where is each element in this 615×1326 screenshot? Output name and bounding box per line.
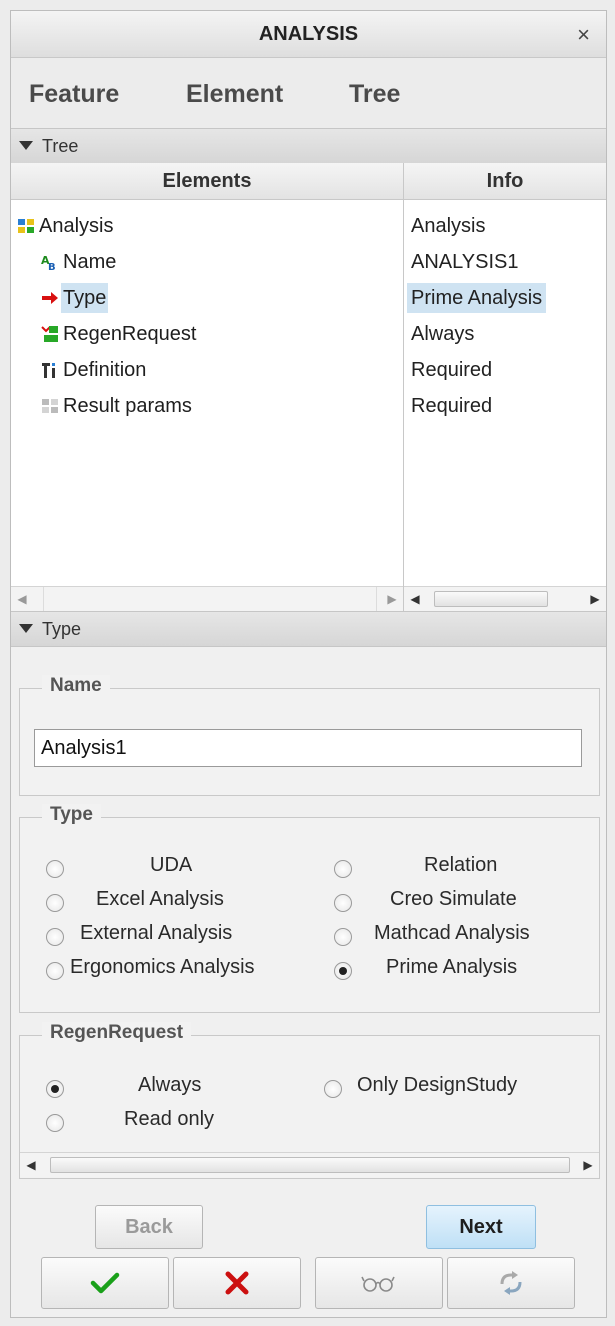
analysis-feature-icon: [18, 219, 34, 233]
radio-prime-analysis[interactable]: [334, 962, 352, 980]
regenrequest-group-legend: RegenRequest: [42, 1022, 192, 1044]
radio-always[interactable]: [46, 1080, 64, 1098]
close-icon[interactable]: ×: [577, 22, 590, 48]
tree-row-info: ANALYSIS1: [411, 251, 519, 273]
regenrequest-group: RegenRequest Always Only DesignStudy Rea…: [19, 1022, 600, 1179]
radio-external-analysis[interactable]: [46, 928, 64, 946]
elements-horizontal-scrollbar[interactable]: ◀ ▶: [11, 586, 403, 611]
radio-mathcad-analysis[interactable]: [334, 928, 352, 946]
regenerate-button[interactable]: [447, 1257, 575, 1309]
title-bar: ANALYSIS ×: [11, 11, 606, 58]
type-group: Type UDA Relation Excel Analysis Creo Si…: [19, 804, 600, 1013]
checkmark-icon: [90, 1272, 120, 1294]
info-horizontal-scrollbar[interactable]: ◀ ▶: [404, 586, 606, 611]
radio-label-read-only[interactable]: Read only: [124, 1108, 214, 1131]
type-section-header[interactable]: Type: [11, 611, 606, 647]
scroll-thumb[interactable]: [434, 591, 548, 607]
tree-row-info: Prime Analysis: [407, 283, 547, 313]
tree-row-info: Required: [411, 395, 493, 417]
scroll-track-divider: [376, 587, 377, 611]
scroll-left-icon[interactable]: ◀: [20, 1153, 42, 1177]
definition-icon: [42, 363, 55, 378]
column-header-info[interactable]: Info: [404, 163, 606, 200]
scroll-right-icon[interactable]: ▶: [584, 587, 606, 611]
back-button[interactable]: Back: [95, 1205, 203, 1249]
radio-label-always[interactable]: Always: [138, 1074, 201, 1097]
radio-label-excel-analysis[interactable]: Excel Analysis: [96, 888, 224, 911]
tree-row-info: Analysis: [411, 215, 486, 237]
cancel-button[interactable]: [173, 1257, 301, 1309]
scroll-left-icon[interactable]: ◀: [11, 587, 33, 611]
analysis-dialog: ANALYSIS × Feature Element Tree Tree Ele…: [10, 10, 607, 1318]
tree-row-label: Result params: [63, 395, 192, 417]
name-group: Name Analysis1: [19, 675, 600, 796]
tree-row-label: Name: [63, 251, 117, 273]
menu-element[interactable]: Element: [186, 80, 283, 109]
tree-row-label: Type: [61, 283, 109, 313]
dialog-title: ANALYSIS: [258, 23, 359, 45]
radio-excel-analysis[interactable]: [46, 894, 64, 912]
collapse-triangle-icon[interactable]: [19, 624, 33, 633]
tree-row-info: Required: [411, 359, 493, 381]
radio-label-relation[interactable]: Relation: [424, 854, 497, 877]
scroll-thumb[interactable]: [50, 1157, 570, 1173]
tree-row-label: Definition: [63, 359, 147, 381]
type-group-legend: Type: [42, 804, 101, 826]
tree-section-header[interactable]: Tree: [11, 128, 606, 164]
tree-row-label: RegenRequest: [63, 323, 197, 345]
column-divider[interactable]: [403, 163, 404, 610]
regenerate-arrows-icon: [500, 1271, 522, 1295]
radio-ergonomics-analysis[interactable]: [46, 962, 64, 980]
radio-only-designstudy[interactable]: [324, 1080, 342, 1098]
scroll-right-icon[interactable]: ▶: [381, 587, 403, 611]
radio-label-external-analysis[interactable]: External Analysis: [80, 922, 232, 945]
radio-label-prime-analysis[interactable]: Prime Analysis: [386, 956, 517, 979]
current-element-arrow-icon: [42, 292, 58, 304]
tree-row-info: Always: [411, 323, 475, 345]
radio-uda[interactable]: [46, 860, 64, 878]
x-cancel-icon: [225, 1271, 249, 1295]
next-button[interactable]: Next: [426, 1205, 536, 1249]
regen-request-icon: [41, 326, 58, 342]
radio-label-only-designstudy[interactable]: Only DesignStudy: [357, 1074, 517, 1097]
name-group-legend: Name: [42, 675, 110, 697]
radio-relation[interactable]: [334, 860, 352, 878]
radio-label-uda[interactable]: UDA: [150, 854, 192, 877]
scroll-right-icon[interactable]: ▶: [577, 1153, 599, 1177]
tree-section-label: Tree: [42, 136, 79, 156]
regen-horizontal-scrollbar[interactable]: ◀ ▶: [20, 1152, 599, 1177]
radio-label-ergonomics-analysis[interactable]: Ergonomics Analysis: [70, 956, 255, 979]
name-text-icon: A B: [41, 254, 56, 271]
type-section-label: Type: [42, 619, 82, 639]
result-params-icon: [42, 399, 58, 413]
radio-read-only[interactable]: [46, 1114, 64, 1132]
menu-bar: Feature Element Tree: [11, 58, 606, 128]
radio-label-mathcad-analysis[interactable]: Mathcad Analysis: [374, 922, 530, 945]
element-tree: Elements Info Analysis Analysis A B Name…: [11, 163, 606, 611]
radio-label-creo-simulate[interactable]: Creo Simulate: [390, 888, 517, 911]
menu-tree[interactable]: Tree: [349, 80, 400, 109]
scroll-track-divider: [43, 587, 44, 611]
scroll-left-icon[interactable]: ◀: [404, 587, 426, 611]
radio-creo-simulate[interactable]: [334, 894, 352, 912]
name-input[interactable]: Analysis1: [34, 729, 582, 767]
menu-feature[interactable]: Feature: [29, 80, 119, 109]
column-header-elements[interactable]: Elements: [11, 163, 403, 200]
tree-row-label: Analysis: [39, 215, 114, 237]
preview-button[interactable]: [315, 1257, 443, 1309]
glasses-preview-icon: [361, 1276, 395, 1292]
collapse-triangle-icon[interactable]: [19, 141, 33, 150]
ok-button[interactable]: [41, 1257, 169, 1309]
svg-text:B: B: [48, 262, 56, 271]
